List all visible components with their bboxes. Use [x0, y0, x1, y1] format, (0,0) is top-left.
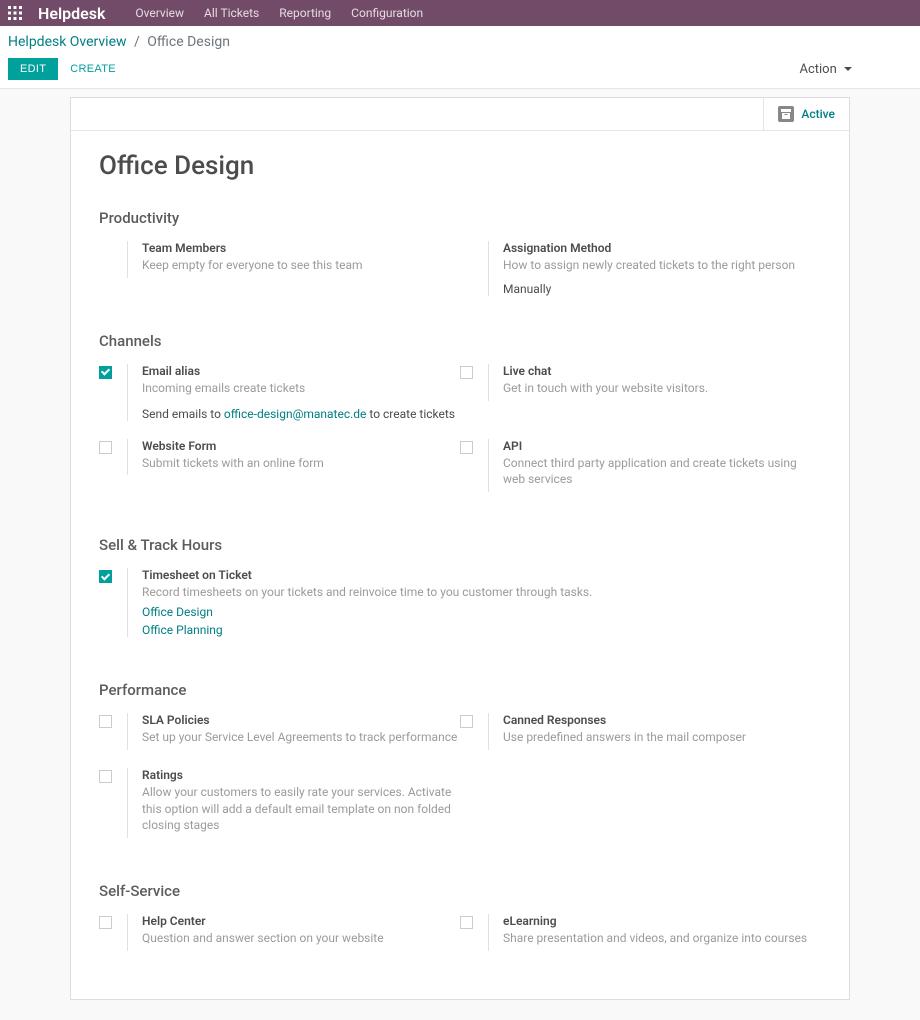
archive-icon [778, 106, 794, 122]
elearning-label: eLearning [503, 914, 821, 928]
button-row: EDIT CREATE Action [8, 58, 912, 88]
sla-checkbox[interactable] [99, 715, 112, 728]
assignation-help: How to assign newly created tickets to t… [503, 257, 821, 274]
livechat-label: Live chat [503, 364, 821, 378]
team-members-label: Team Members [142, 241, 460, 255]
timesheet-link-design[interactable]: Office Design [142, 605, 821, 619]
livechat-checkbox[interactable] [460, 366, 473, 379]
create-button[interactable]: CREATE [66, 58, 120, 80]
assignation-value: Manually [503, 282, 821, 296]
action-dropdown[interactable]: Action [799, 62, 852, 77]
canned-label: Canned Responses [503, 713, 821, 727]
website-form-help: Submit tickets with an online form [142, 455, 460, 472]
help-center-help: Question and answer section on your webs… [142, 930, 460, 947]
ratings-checkbox[interactable] [99, 770, 112, 783]
breadcrumb-current: Office Design [147, 34, 230, 50]
timesheet-help: Record timesheets on your tickets and re… [142, 584, 821, 601]
help-center-label: Help Center [142, 914, 460, 928]
website-form-checkbox[interactable] [99, 441, 112, 454]
canned-checkbox[interactable] [460, 715, 473, 728]
api-checkbox[interactable] [460, 441, 473, 454]
section-sell: Sell & Track Hours [99, 536, 821, 554]
nav-overview[interactable]: Overview [135, 6, 184, 20]
nav-reporting[interactable]: Reporting [279, 6, 331, 20]
timesheet-label: Timesheet on Ticket [142, 568, 821, 582]
canned-help: Use predefined answers in the mail compo… [503, 729, 821, 746]
edit-button[interactable]: EDIT [8, 58, 58, 80]
api-label: API [503, 439, 821, 453]
website-form-label: Website Form [142, 439, 460, 453]
elearning-help: Share presentation and videos, and organ… [503, 930, 821, 947]
assignation-label: Assignation Method [503, 241, 821, 255]
section-self-service: Self-Service [99, 882, 821, 900]
nav-all-tickets[interactable]: All Tickets [204, 6, 259, 20]
active-label: Active [801, 107, 835, 121]
control-panel: Helpdesk Overview / Office Design EDIT C… [0, 26, 920, 89]
email-alias-help: Incoming emails create tickets [142, 380, 460, 397]
breadcrumb: Helpdesk Overview / Office Design [8, 34, 912, 50]
section-channels: Channels [99, 332, 821, 350]
breadcrumb-separator: / [130, 34, 144, 50]
email-alias-address[interactable]: office-design@manatec.de [224, 407, 367, 421]
help-center-checkbox[interactable] [99, 916, 112, 929]
form-card: Active Office Design Productivity Team M… [70, 97, 850, 1000]
timesheet-link-planning[interactable]: Office Planning [142, 623, 821, 637]
email-alias-checkbox[interactable] [99, 366, 112, 379]
page-title: Office Design [99, 151, 821, 181]
nav-configuration[interactable]: Configuration [351, 6, 423, 20]
email-alias-label: Email alias [142, 364, 460, 378]
ratings-help: Allow your customers to easily rate your… [142, 784, 460, 834]
sla-label: SLA Policies [142, 713, 460, 727]
section-performance: Performance [99, 681, 821, 699]
active-toggle[interactable]: Active [763, 98, 849, 130]
top-nav: Helpdesk Overview All Tickets Reporting … [0, 0, 920, 26]
section-productivity: Productivity [99, 209, 821, 227]
email-alias-line: Send emails to office-design@manatec.de … [142, 407, 460, 421]
livechat-help: Get in touch with your website visitors. [503, 380, 821, 397]
caret-down-icon [844, 67, 852, 71]
sla-help: Set up your Service Level Agreements to … [142, 729, 460, 746]
timesheet-checkbox[interactable] [99, 570, 112, 583]
api-help: Connect third party application and crea… [503, 455, 821, 489]
breadcrumb-parent[interactable]: Helpdesk Overview [8, 34, 127, 50]
status-bar: Active [71, 98, 849, 131]
apps-icon[interactable] [8, 6, 22, 20]
team-members-help: Keep empty for everyone to see this team [142, 257, 460, 274]
action-label: Action [799, 62, 836, 77]
app-title[interactable]: Helpdesk [38, 4, 105, 23]
ratings-label: Ratings [142, 768, 460, 782]
elearning-checkbox[interactable] [460, 916, 473, 929]
